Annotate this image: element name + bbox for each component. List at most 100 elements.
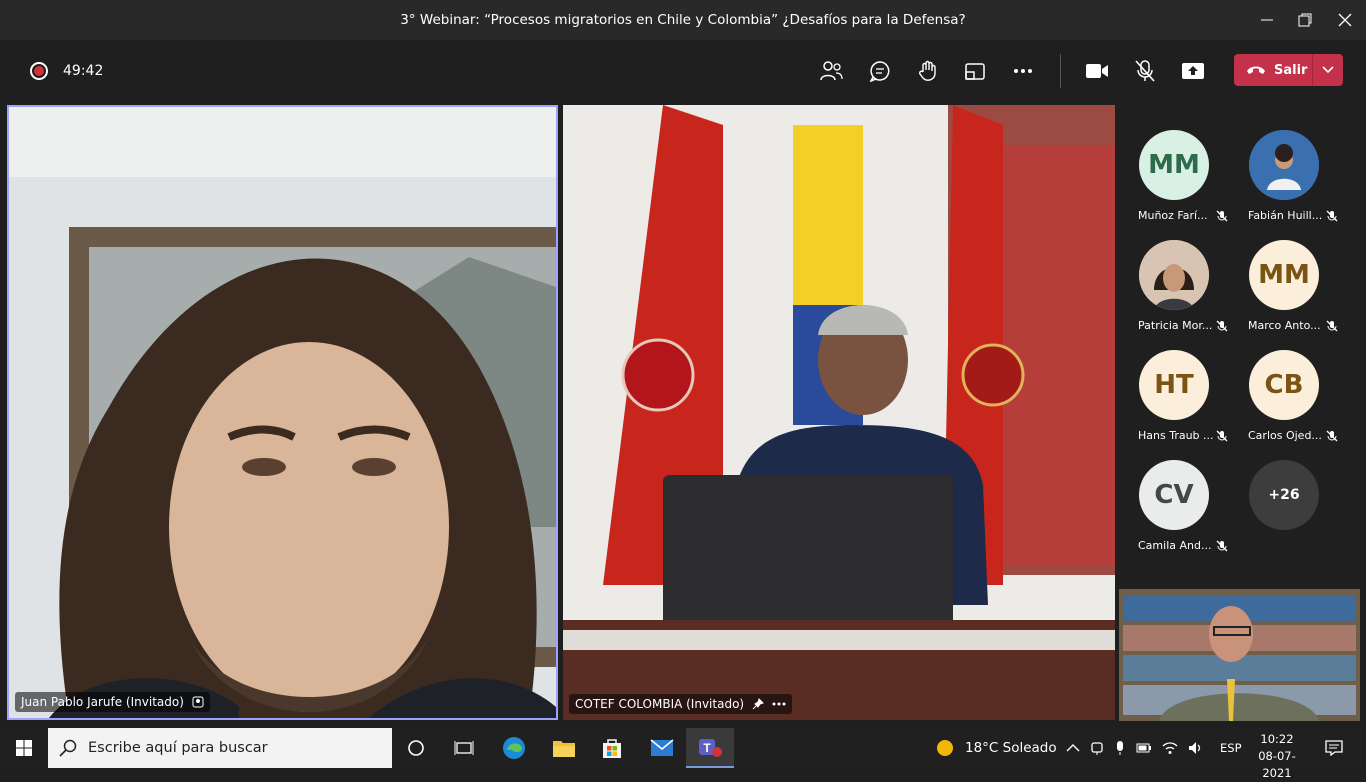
window-title: 3° Webinar: “Procesos migratorios en Chi… — [400, 12, 966, 28]
participant-tile[interactable]: Patricia Mor... — [1118, 215, 1228, 332]
pin-icon — [752, 698, 765, 710]
mail-icon — [650, 739, 674, 756]
minimize-icon — [1261, 19, 1273, 21]
microphone-icon[interactable] — [1114, 740, 1126, 756]
people-icon — [820, 61, 843, 81]
search-box[interactable]: Escribe aquí para buscar — [48, 728, 392, 768]
more-actions-button[interactable] — [1006, 54, 1040, 88]
participant-tile[interactable]: CV Camila And... — [1118, 435, 1228, 552]
tile-label: COTEF COLOMBIA (Invitado) — [569, 694, 793, 714]
mic-off-icon — [1216, 540, 1228, 551]
tile-name: Juan Pablo Jarufe (Invitado) — [21, 695, 184, 709]
edge-button[interactable] — [490, 728, 538, 768]
close-icon — [1338, 13, 1352, 27]
chat-button[interactable] — [863, 54, 897, 88]
cortana-button[interactable] — [392, 728, 440, 768]
restore-icon — [1298, 13, 1312, 27]
participant-tile[interactable]: MM Marco Anto... — [1228, 215, 1338, 332]
reactions-button[interactable] — [911, 54, 945, 88]
leave-options-button[interactable] — [1313, 66, 1343, 74]
camera-tray-icon[interactable] — [1090, 740, 1104, 756]
tile-name: COTEF COLOMBIA (Invitado) — [575, 697, 745, 711]
teams-icon: T — [699, 739, 722, 757]
video-tile-speaker[interactable]: Juan Pablo Jarufe (Invitado) — [7, 105, 558, 720]
search-placeholder: Escribe aquí para buscar — [88, 740, 268, 756]
participant-tile[interactable]: CB Carlos Ojed... — [1228, 325, 1338, 442]
avatar: CV — [1139, 460, 1209, 530]
more-icon — [1014, 69, 1032, 73]
clock-time: 10:22 — [1260, 732, 1294, 746]
store-icon — [603, 739, 621, 758]
participant-info-icon — [192, 696, 204, 708]
share-button[interactable] — [1176, 54, 1210, 88]
weather-widget[interactable]: 18°C Soleado — [935, 728, 1057, 768]
participant-gallery: MM Muñoz Farí... Fabián Huill... Patrici… — [1118, 105, 1366, 585]
taskbar-clock[interactable]: 10:22 08-07-2021 — [1246, 731, 1308, 782]
battery-icon[interactable] — [1136, 741, 1152, 755]
avatar: MM — [1249, 240, 1319, 310]
leave-button[interactable]: Salir — [1234, 54, 1343, 86]
participant-tile[interactable]: MM Muñoz Farí... — [1118, 105, 1228, 222]
participant-tile[interactable]: Fabián Huill... — [1228, 105, 1338, 222]
participant-name: Camila And... — [1138, 539, 1212, 552]
participants-button[interactable] — [814, 54, 848, 88]
recording-icon — [30, 62, 48, 80]
cortana-icon — [408, 740, 424, 756]
wifi-icon[interactable] — [1162, 741, 1178, 755]
share-screen-icon — [1182, 63, 1204, 79]
more-participants-tile[interactable]: +26 — [1228, 435, 1338, 545]
rooms-button[interactable] — [958, 54, 992, 88]
volume-icon[interactable] — [1188, 741, 1204, 755]
file-explorer-button[interactable] — [540, 728, 588, 768]
notifications-button[interactable] — [1310, 728, 1358, 768]
sun-icon — [937, 740, 953, 756]
task-view-icon — [454, 741, 474, 755]
overflow-count[interactable]: +26 — [1249, 460, 1319, 530]
mail-button[interactable] — [638, 728, 686, 768]
chevron-down-icon — [1322, 66, 1334, 74]
store-button[interactable] — [588, 728, 636, 768]
avatar-photo — [1249, 130, 1319, 200]
system-tray: ESP — [1066, 728, 1242, 768]
leave-main[interactable]: Salir — [1234, 63, 1312, 78]
maximize-button[interactable] — [1285, 0, 1325, 40]
meeting-toolbar: 49:42 Salir — [0, 40, 1366, 102]
windows-icon — [16, 740, 32, 756]
close-button[interactable] — [1325, 0, 1365, 40]
mute-button[interactable] — [1128, 54, 1162, 88]
avatar — [1249, 130, 1319, 200]
teams-button[interactable]: T — [686, 728, 734, 768]
search-icon — [59, 739, 77, 757]
svg-text:T: T — [703, 741, 711, 755]
camera-icon — [1086, 64, 1108, 78]
camera-button[interactable] — [1080, 54, 1114, 88]
breakout-rooms-icon — [965, 63, 985, 80]
start-button[interactable] — [0, 728, 48, 768]
folder-icon — [553, 741, 575, 757]
more-icon[interactable] — [772, 702, 786, 706]
tile-label: Juan Pablo Jarufe (Invitado) — [15, 692, 210, 712]
task-view-button[interactable] — [440, 728, 488, 768]
participant-name-row: Camila And... — [1138, 539, 1228, 552]
leave-label: Salir — [1274, 62, 1308, 78]
toolbar-divider — [1060, 54, 1061, 88]
participant-tile[interactable]: HT Hans Traub ... — [1118, 325, 1228, 442]
self-view[interactable] — [1119, 589, 1360, 721]
weather-text: 18°C Soleado — [965, 740, 1057, 756]
hang-up-icon — [1247, 66, 1265, 74]
avatar: CB — [1249, 350, 1319, 420]
minimize-button[interactable] — [1247, 0, 1287, 40]
mic-off-icon — [1135, 60, 1155, 82]
raise-hand-icon — [919, 60, 936, 81]
avatar: MM — [1139, 130, 1209, 200]
participant-video — [563, 105, 1115, 720]
notification-icon — [1325, 740, 1343, 756]
input-language[interactable]: ESP — [1220, 741, 1242, 755]
video-tile-pinned[interactable]: COTEF COLOMBIA (Invitado) — [563, 105, 1115, 720]
taskbar: Escribe aquí para buscar T 18°C Soleado … — [0, 728, 1366, 780]
meeting-timer: 49:42 — [63, 63, 104, 79]
avatar: HT — [1139, 350, 1209, 420]
chevron-up-icon[interactable] — [1066, 743, 1080, 753]
clock-date: 08-07-2021 — [1258, 749, 1296, 780]
avatar-photo — [1139, 240, 1209, 310]
